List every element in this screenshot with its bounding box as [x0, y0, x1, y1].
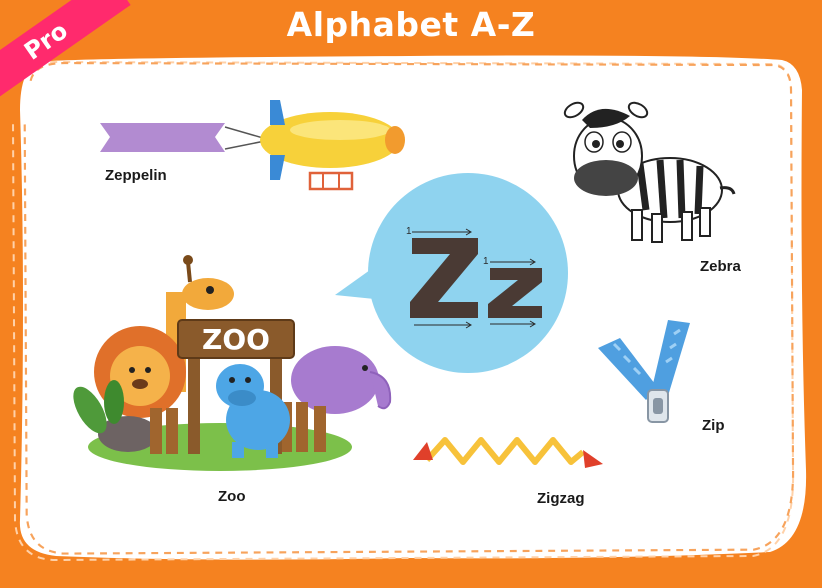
stroke-number-lower: 1 [483, 256, 489, 267]
label-zigzag: Zigzag [537, 490, 585, 507]
label-zoo: Zoo [218, 488, 246, 505]
zip-illustration [598, 320, 690, 423]
page-title: Alphabet A-Z [286, 5, 536, 44]
flashcard: Alphabet A-Z Pro Zeppelin 1 1 Zebra Zip … [0, 0, 822, 588]
zebra-illustration [563, 101, 736, 243]
label-zebra: Zebra [700, 258, 741, 275]
zigzag-illustration [413, 437, 603, 468]
banner-flag [100, 123, 225, 152]
zoo-illustration: ZOO [73, 255, 392, 471]
zoo-sign-text: ZOO [202, 323, 270, 356]
label-zeppelin: Zeppelin [105, 167, 167, 184]
label-zip: Zip [702, 417, 725, 434]
stroke-number-upper: 1 [406, 226, 412, 237]
